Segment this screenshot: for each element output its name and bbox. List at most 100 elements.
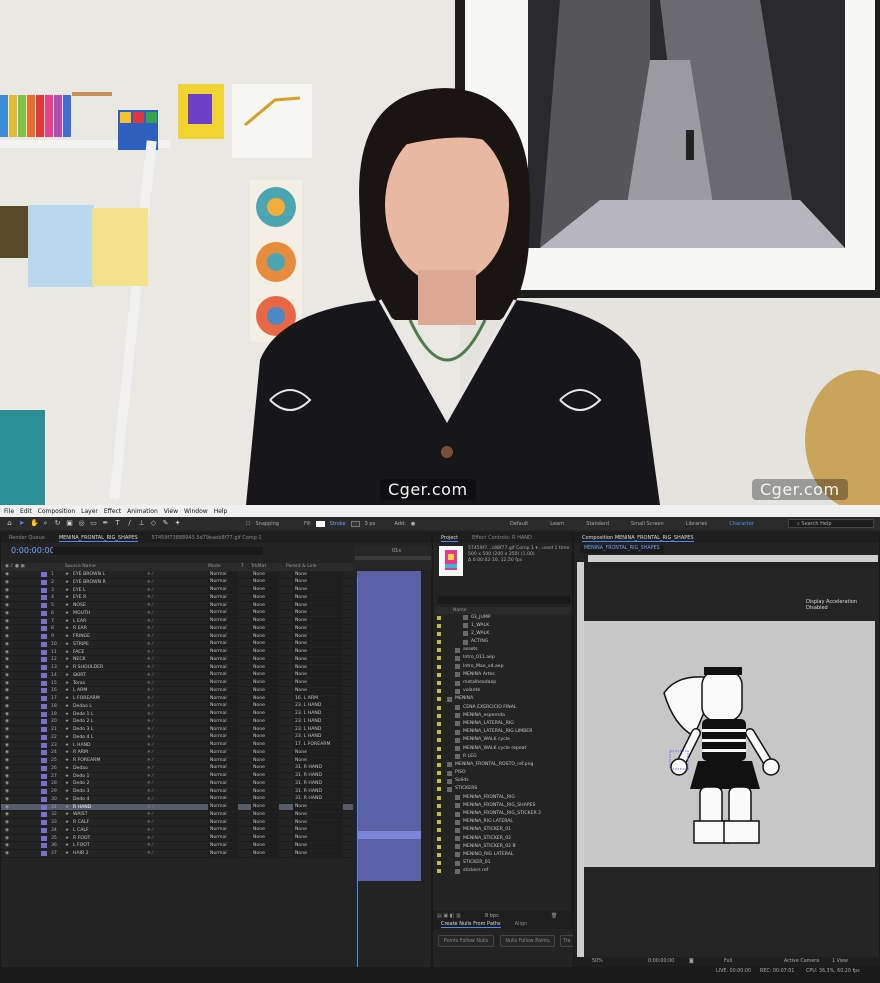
layer-name[interactable]: R FOREARM <box>73 758 100 763</box>
blend-mode-dropdown[interactable]: Normal <box>208 625 238 632</box>
parent-dropdown[interactable]: None <box>293 571 343 578</box>
track-matte-dropdown[interactable]: None <box>251 618 279 624</box>
stroke-width-value[interactable]: 3 px <box>365 521 376 527</box>
project-search-input[interactable] <box>438 596 571 604</box>
layer-name[interactable]: L EAR <box>73 619 86 624</box>
parent-dropdown[interactable]: None <box>293 835 343 841</box>
parent-dropdown[interactable]: None <box>293 656 343 663</box>
menu-edit[interactable]: Edit <box>20 508 32 515</box>
parent-dropdown[interactable]: None <box>293 594 343 601</box>
parent-dropdown[interactable]: 23. L HAND <box>293 703 343 710</box>
cnfp-tab-0[interactable]: Create Nulls From Paths <box>441 921 501 928</box>
project-item[interactable]: MENINA <box>435 696 563 704</box>
brush-tool-icon[interactable]: ∕ <box>126 520 133 527</box>
layer-row[interactable]: ◉ 18 ★ Dedao L ✳ ⁄ Normal None 23. L HAND <box>1 703 353 711</box>
label-color-swatch[interactable] <box>41 610 47 616</box>
track-matte-dropdown[interactable]: None <box>251 695 279 702</box>
layer-name[interactable]: R CALF <box>73 820 89 825</box>
parent-dropdown[interactable]: None <box>293 850 343 857</box>
layer-row[interactable]: ◉ 25 ★ R FOREARM ✳ ⁄ Normal None None <box>1 757 353 765</box>
label-color-swatch[interactable] <box>41 851 47 856</box>
parent-dropdown[interactable]: 31. R HAND <box>293 765 343 772</box>
layer-name[interactable]: MOUTH <box>73 611 90 616</box>
layer-row[interactable]: ◉ 17 ★ L FOREARM ✳ ⁄ Normal None 16. L ARM <box>1 695 353 703</box>
layer-name[interactable]: EYE BROWN R <box>73 580 106 585</box>
label-color-swatch[interactable] <box>41 641 47 647</box>
layer-switches-icon[interactable]: ✳ ⁄ <box>147 619 153 624</box>
project-tab-0[interactable]: Project <box>441 535 459 542</box>
visibility-eye-icon[interactable]: ◉ <box>5 781 9 786</box>
blend-mode-dropdown[interactable]: Normal <box>208 579 238 586</box>
layer-switches-icon[interactable]: ✳ ⁄ <box>147 580 153 585</box>
track-matte-dropdown[interactable]: None <box>251 664 279 671</box>
visibility-eye-icon[interactable]: ◉ <box>5 704 9 709</box>
search-help-input[interactable]: ⌕ Search Help <box>788 519 874 528</box>
layer-name[interactable]: L CALF <box>73 828 89 833</box>
menu-file[interactable]: File <box>4 508 14 515</box>
layer-row[interactable]: ◉ 11 ★ FACE ✳ ⁄ Normal None None <box>1 649 353 657</box>
layer-name[interactable]: Dedo 3 L <box>73 727 94 732</box>
layer-search-input[interactable] <box>53 547 263 555</box>
track-matte-dropdown[interactable]: None <box>251 780 279 787</box>
parent-dropdown[interactable]: None <box>293 680 343 686</box>
project-item[interactable]: STICKERS <box>435 786 563 794</box>
layer-row[interactable]: ◉ 3 ★ EYE L ✳ ⁄ Normal None None <box>1 587 353 595</box>
blend-mode-dropdown[interactable]: Normal <box>208 594 238 601</box>
layer-switches-icon[interactable]: ✳ ⁄ <box>147 673 153 678</box>
layer-name[interactable]: WAIST <box>73 812 88 817</box>
track-matte-dropdown[interactable]: None <box>251 711 279 717</box>
project-item[interactable]: MENINA_RIG LATERAL <box>435 819 563 827</box>
magnification-dropdown[interactable]: 50% <box>592 959 603 964</box>
layer-name[interactable]: R FOOT <box>73 836 90 841</box>
visibility-eye-icon[interactable]: ◉ <box>5 743 9 748</box>
parent-dropdown[interactable]: 31. R HAND <box>293 788 343 795</box>
layer-name[interactable]: R HAND <box>73 805 91 810</box>
project-item[interactable]: CENA EXERCICIO FINAL <box>435 704 563 712</box>
blend-mode-dropdown[interactable]: Normal <box>208 664 238 671</box>
blend-mode-dropdown[interactable]: Normal <box>208 610 238 617</box>
parent-dropdown[interactable]: None <box>293 618 343 624</box>
project-item[interactable]: 03_JUMP <box>435 614 563 622</box>
layer-name[interactable]: HAIR 2 <box>73 851 89 856</box>
views-dropdown[interactable]: 1 View <box>832 959 848 964</box>
layer-row[interactable]: ◉ 35 ★ R FOOT ✳ ⁄ Normal None None <box>1 835 353 843</box>
project-item[interactable]: MENINA_espernda <box>435 712 563 720</box>
parent-dropdown[interactable]: None <box>293 687 343 694</box>
project-item[interactable]: MENINA_FRONTAL_ROSTO_ref.png <box>435 761 563 769</box>
zoom-tool-icon[interactable]: ⌕ <box>42 520 49 527</box>
label-color-swatch[interactable] <box>41 672 47 678</box>
menu-layer[interactable]: Layer <box>81 508 98 515</box>
layer-row[interactable]: ◉ 7 ★ L EAR ✳ ⁄ Normal None None <box>1 618 353 626</box>
layer-row[interactable]: ◉ 22 ★ Dedo 4 L ✳ ⁄ Normal None 23. L HAND <box>1 734 353 742</box>
track-matte-dropdown[interactable]: None <box>251 656 279 663</box>
layer-switches-icon[interactable]: ✳ ⁄ <box>147 588 153 593</box>
parent-dropdown[interactable]: None <box>293 664 343 671</box>
visibility-eye-icon[interactable]: ◉ <box>5 789 9 794</box>
label-color-swatch[interactable] <box>41 626 47 632</box>
track-matte-dropdown[interactable]: None <box>251 749 279 756</box>
visibility-eye-icon[interactable]: ◉ <box>5 836 9 841</box>
track-matte-dropdown[interactable]: None <box>251 703 279 710</box>
parent-dropdown[interactable]: 23. L HAND <box>293 734 343 741</box>
label-color-swatch[interactable] <box>41 773 47 779</box>
work-area-bar[interactable] <box>355 556 431 560</box>
blend-mode-dropdown[interactable]: Normal <box>208 680 238 686</box>
parent-dropdown[interactable]: None <box>293 804 343 810</box>
layer-name[interactable]: Dedao <box>73 766 88 771</box>
puppet-tool-icon[interactable]: ✦ <box>174 520 181 527</box>
label-color-swatch[interactable] <box>41 703 47 709</box>
track-matte-dropdown[interactable]: None <box>251 602 279 609</box>
layer-name[interactable]: SKIRT <box>73 673 86 678</box>
track-matte-dropdown[interactable]: None <box>251 765 279 772</box>
parent-dropdown[interactable]: None <box>293 602 343 609</box>
layer-name[interactable]: Dedo 2 L <box>73 719 94 724</box>
project-item[interactable]: MENINO_RIG LATERAL <box>435 851 563 859</box>
parent-dropdown[interactable]: None <box>293 587 343 593</box>
label-color-swatch[interactable] <box>41 812 47 818</box>
parent-dropdown[interactable]: 16. L ARM <box>293 695 343 702</box>
label-color-swatch[interactable] <box>41 804 47 810</box>
project-item[interactable]: MENINA_FRONTAL_RIG <box>435 794 563 802</box>
visibility-eye-icon[interactable]: ◉ <box>5 719 9 724</box>
label-color-swatch[interactable] <box>41 796 47 802</box>
home-icon[interactable]: ⌂ <box>6 520 13 527</box>
